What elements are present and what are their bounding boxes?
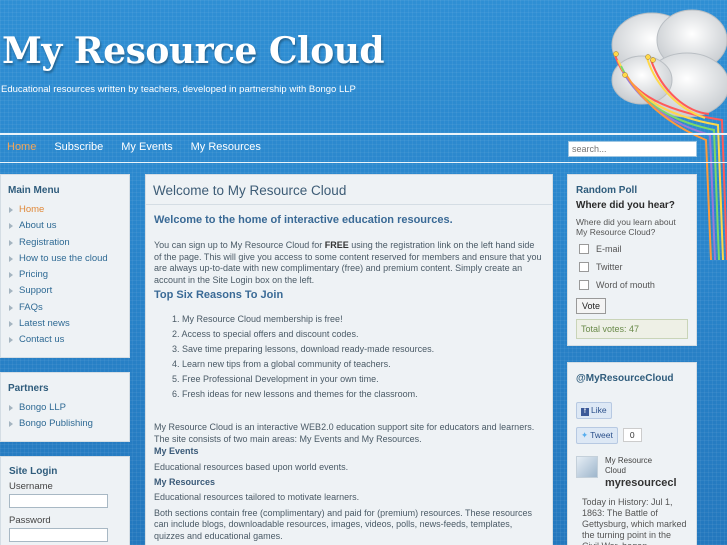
random-poll-panel: Random Poll Where did you hear? Where di…	[567, 174, 697, 346]
twitter-avatar[interactable]	[576, 456, 598, 478]
site-login-title: Site Login	[9, 466, 58, 477]
main-menu-title: Main Menu	[8, 185, 60, 196]
username-field[interactable]	[9, 494, 108, 508]
total-votes: Total votes: 47	[576, 319, 688, 339]
vote-button[interactable]: Vote	[576, 298, 607, 314]
nav-item-home[interactable]: Home	[7, 141, 36, 153]
intro-heading: Welcome to the home of interactive educa…	[154, 214, 453, 226]
intro-free-text: FREE	[324, 240, 349, 251]
twitter-bird-icon: ✦	[581, 430, 589, 440]
reason-item: 2. Access to special offers and discount…	[172, 329, 359, 340]
main-navigation: Home Subscribe My Events My Resources	[0, 133, 727, 163]
checkbox[interactable]	[579, 244, 589, 254]
poll-option-word-of-mouth[interactable]: Word of mouth	[576, 276, 688, 294]
poll-question: Where did you learn about My Resource Cl…	[576, 217, 676, 237]
menu-item-how-to-use[interactable]: How to use the cloud	[8, 253, 122, 269]
page-title: Welcome to My Resource Cloud	[146, 175, 552, 205]
menu-item-support[interactable]: Support	[8, 285, 122, 301]
intro-paragraph: You can sign up to My Resource Cloud for…	[154, 240, 544, 286]
partner-link-bongo-publishing[interactable]: Bongo Publishing	[8, 418, 122, 434]
reason-item: 1. My Resource Cloud membership is free!	[172, 314, 343, 325]
facebook-icon: f	[581, 408, 589, 416]
reason-item: 6. Fresh ideas for new lessons and theme…	[172, 389, 418, 400]
both-sections-text: Both sections contain free (complimentar…	[154, 507, 532, 541]
reason-item: 5. Free Professional Development in your…	[172, 374, 379, 385]
site-tagline: Educational resources written by teacher…	[1, 84, 356, 95]
menu-item-faqs[interactable]: FAQs	[8, 302, 122, 318]
nav-item-my-resources[interactable]: My Resources	[191, 141, 261, 153]
menu-item-latest-news[interactable]: Latest news	[8, 318, 122, 334]
my-resources-label: My Resources	[154, 477, 216, 488]
username-label: Username	[9, 481, 53, 492]
reasons-list: 1. My Resource Cloud membership is free!…	[154, 314, 544, 404]
checkbox[interactable]	[579, 262, 589, 272]
password-label: Password	[9, 515, 51, 526]
password-field[interactable]	[9, 528, 108, 542]
menu-item-contact-us[interactable]: Contact us	[8, 334, 122, 350]
twitter-title: @MyResourceCloud	[576, 373, 674, 384]
poll-option-label: E-mail	[596, 244, 622, 254]
partner-link-bongo-llp[interactable]: Bongo LLP	[8, 402, 122, 418]
poll-option-email[interactable]: E-mail	[576, 240, 688, 258]
poll-option-twitter[interactable]: Twitter	[576, 258, 688, 276]
menu-item-pricing[interactable]: Pricing	[8, 269, 122, 285]
main-content-panel: Welcome to My Resource Cloud Welcome to …	[145, 174, 553, 545]
like-label: Like	[591, 405, 607, 415]
twitter-account-name[interactable]: My Resource Cloud	[605, 456, 667, 475]
tweet-text: Today in History: Jul 1, 1863: The Battl…	[582, 497, 687, 545]
nav-item-subscribe[interactable]: Subscribe	[54, 141, 103, 153]
my-events-text: Educational resources based upon world e…	[154, 461, 349, 472]
partners-panel: Partners Bongo LLP Bongo Publishing	[0, 372, 130, 442]
reason-item: 4. Learn new tips from a global communit…	[172, 359, 391, 370]
poll-question-heading: Where did you hear?	[576, 200, 675, 211]
about-paragraph: My Resource Cloud is an interactive WEB2…	[154, 422, 535, 444]
my-resources-text: Educational resources tailored to motiva…	[154, 492, 360, 503]
site-login-panel: Site Login Username Password	[0, 456, 130, 545]
poll-title: Random Poll	[576, 185, 638, 196]
twitter-panel: @MyResourceCloud f Like ✦ Tweet 0 My Resour…	[567, 362, 697, 545]
menu-item-registration[interactable]: Registration	[8, 237, 122, 253]
poll-option-label: Twitter	[596, 262, 623, 272]
facebook-like-button[interactable]: f Like	[576, 402, 612, 419]
checkbox[interactable]	[579, 280, 589, 290]
reasons-heading: Top Six Reasons To Join	[154, 289, 284, 302]
menu-item-about-us[interactable]: About us	[8, 220, 122, 236]
reason-item: 3. Save time preparing lessons, download…	[172, 344, 435, 355]
partners-title: Partners	[8, 383, 49, 394]
tweet-button[interactable]: ✦ Tweet	[576, 427, 618, 444]
poll-option-label: Word of mouth	[596, 280, 655, 290]
intro-text-start: You can sign up to My Resource Cloud for	[154, 240, 325, 251]
tweet-count: 0	[622, 428, 642, 442]
my-events-label: My Events	[154, 446, 199, 457]
search-input[interactable]	[568, 141, 697, 157]
tweet-label: Tweet	[590, 430, 613, 440]
twitter-handle[interactable]: myresourcecl	[605, 477, 693, 489]
nav-item-my-events[interactable]: My Events	[121, 141, 172, 153]
main-menu-panel: Main Menu Home About us Registration How…	[0, 174, 130, 358]
menu-item-home[interactable]: Home	[8, 204, 122, 220]
site-title[interactable]: My Resource Cloud	[2, 30, 385, 72]
